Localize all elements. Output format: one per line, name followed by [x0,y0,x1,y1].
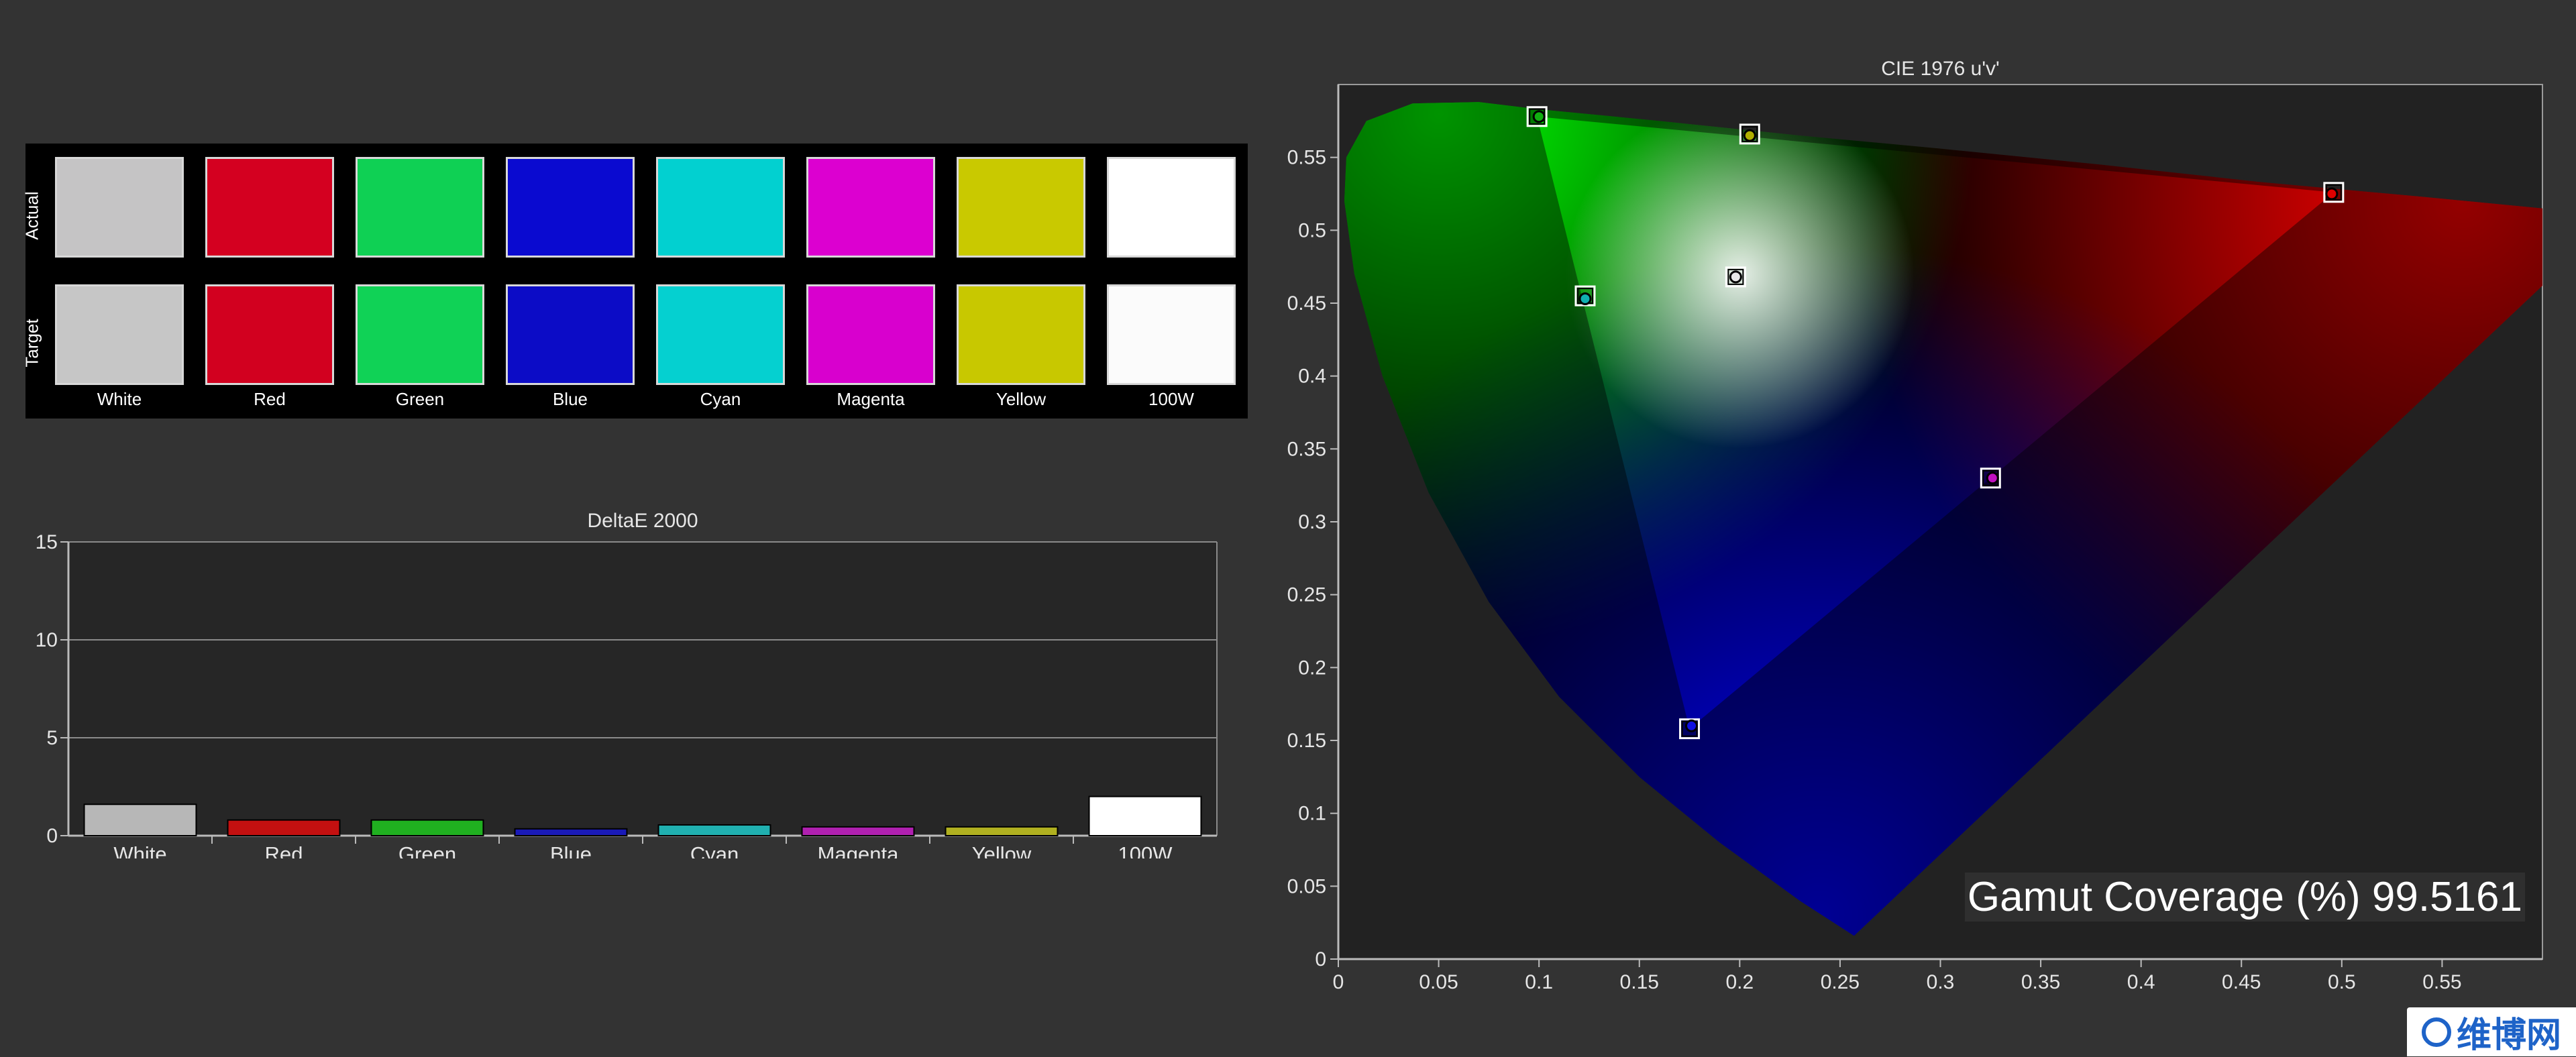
swatch-target-blue [506,284,635,385]
chart-title: CIE 1976 u'v' [1881,58,2000,80]
x-tick-label-100w: 100W [1118,842,1173,858]
measured-point-yellow [1743,129,1756,142]
y-tick-label: 0.25 [1287,584,1326,606]
bar-blue [514,828,628,836]
swatch-target-cyan [656,284,785,385]
swatch-target-magenta [806,284,935,385]
swatch-actual-100w [1107,157,1236,258]
measured-point-green [1532,110,1546,123]
x-tick-label-yellow: Yellow [972,842,1032,858]
row-label-actual: Actual [21,191,42,240]
y-tick-label: 15 [36,531,58,553]
plot-area [68,542,1217,836]
y-tick-label: 5 [46,727,58,749]
y-tick-label: 0.1 [1298,803,1326,825]
bar-green [370,819,484,837]
swatch-actual-red [205,157,334,258]
swatch-label-yellow: Yellow [996,389,1046,409]
x-tick-label: 0.1 [1525,971,1553,993]
x-tick-label: 0.4 [2127,971,2155,993]
y-tick-label: 0.55 [1287,147,1326,169]
x-tick-label: 0.2 [1725,971,1754,993]
color-swatch-panel: Actual Target White Red Green Blue Cyan Magen… [21,144,1248,419]
swatch-target-yellow [957,284,1085,385]
bar-white [83,803,197,836]
bar-100w [1088,795,1202,837]
swatch-actual-cyan [656,157,785,258]
y-tick-label: 0.2 [1298,657,1326,679]
x-tick-label-cyan: Cyan [690,842,739,858]
swatch-label-red: Red [254,389,286,409]
y-tick-label: 0 [1315,948,1326,970]
x-tick-label-green: Green [398,842,456,858]
y-tick-label: 10 [36,629,58,651]
x-tick-label-white: White [113,842,166,858]
swatch-label-green: Green [395,389,445,409]
swatch-actual-yellow [957,157,1085,258]
swatch-target-red [205,284,334,385]
measured-point-white [1729,270,1742,284]
row-label-target: Target [21,319,42,368]
x-tick-label: 0.5 [2328,971,2356,993]
x-tick-label: 0.25 [1821,971,1860,993]
swatch-actual-white [55,157,184,258]
watermark-text: 维博网 [2456,1015,2561,1056]
watermark: 维博网 [2407,1007,2576,1056]
x-tick-label: 0.35 [2021,971,2060,993]
x-tick-label: 0.05 [1419,971,1458,993]
y-tick-label: 0.15 [1287,730,1326,752]
y-tick-label: 0.5 [1298,219,1326,241]
measured-point-blue [1685,719,1699,732]
swatch-label-white: White [97,389,142,409]
swatch-target-white [55,284,184,385]
x-tick-label-magenta: Magenta [818,842,899,858]
swatch-target-100w [1107,284,1236,385]
swatch-target-green [356,284,484,385]
x-tick-label-blue: Blue [550,842,592,858]
swatch-actual-green [356,157,484,258]
swatch-label-blue: Blue [552,389,588,409]
y-tick-label: 0.45 [1287,292,1326,315]
chart-title: DeltaE 2000 [587,510,698,532]
y-tick-label: 0.4 [1298,366,1326,388]
site-logo-icon [2421,1017,2451,1047]
measured-point-cyan [1578,292,1592,305]
x-tick-label: 0.3 [1927,971,1955,993]
bar-yellow [945,826,1059,836]
gamut-coverage-label: Gamut Coverage (%) 99.5161 [1968,874,2522,920]
x-tick-label: 0.55 [2422,971,2461,993]
x-tick-label: 0.45 [2222,971,2261,993]
bar-magenta [801,826,915,836]
y-tick-label: 0.3 [1298,511,1326,533]
bar-cyan [657,824,771,837]
y-tick-label: 0 [46,825,58,847]
swatch-label-100w: 100W [1148,389,1194,409]
x-tick-label: 0 [1333,971,1344,993]
measured-point-red [2325,187,2339,201]
deltae-chart: DeltaE 2000 0 5 10 15 White Red Green Blue Cyan Ma… [36,510,1218,858]
x-tick-label: 0.15 [1620,971,1659,993]
swatch-actual-blue [506,157,635,258]
measured-point-magenta [1986,471,1999,485]
y-tick-label: 0.05 [1287,875,1326,897]
cie-chart: CIE 1976 u'v' 0 0.05 0.1 0.15 0.2 0.25 0.3 0.35 0… [1287,58,2543,993]
swatch-actual-magenta [806,157,935,258]
x-tick-label-red: Red [265,842,303,858]
swatch-label-magenta: Magenta [837,389,905,409]
y-tick-label: 0.35 [1287,438,1326,460]
bar-red [227,819,341,837]
swatch-label-cyan: Cyan [700,389,741,409]
